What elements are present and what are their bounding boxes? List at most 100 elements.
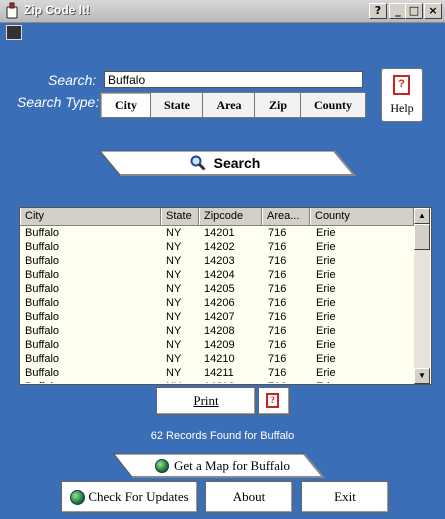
cell-zipcode: 14209	[204, 339, 235, 351]
cell-city: Buffalo	[25, 241, 60, 253]
cell-city: Buffalo	[25, 283, 60, 295]
cell-state: NY	[166, 241, 182, 253]
cell-zipcode: 14208	[204, 325, 235, 337]
cell-area: 716	[268, 325, 287, 337]
cell-county: Erie	[316, 339, 336, 351]
cell-city: Buffalo	[25, 367, 60, 379]
close-button[interactable]: ×	[424, 3, 442, 19]
help-book-icon: ?	[266, 393, 279, 408]
cell-state: NY	[166, 380, 181, 383]
cell-county: Erie	[316, 367, 336, 379]
cell-state: NY	[166, 255, 182, 267]
cell-zipcode: 14212	[204, 380, 235, 383]
print-help-button[interactable]: ?	[258, 387, 290, 415]
cell-zipcode: 14206	[204, 297, 235, 309]
column-header-area[interactable]: Area...	[262, 208, 310, 225]
system-menu-icon[interactable]	[6, 25, 22, 40]
print-button-label: Print	[193, 393, 219, 408]
cell-zipcode: 14202	[204, 241, 235, 253]
globe-icon	[70, 490, 85, 505]
scroll-up-icon[interactable]: ▲	[414, 208, 430, 224]
cell-zipcode: 14201	[204, 227, 235, 239]
search-button[interactable]: Search	[98, 149, 356, 177]
cell-city: Buffalo	[25, 255, 60, 267]
cell-area: 716	[268, 283, 287, 295]
scroll-thumb[interactable]	[414, 224, 430, 250]
cell-area: 716	[268, 269, 287, 281]
about-label: About	[232, 489, 266, 504]
table-row[interactable]: Buffalo NY 14203 716 Erie	[20, 254, 414, 268]
cell-county: Erie	[316, 297, 336, 309]
table-row[interactable]: Buffalo NY 14211 716 Erie	[20, 366, 414, 380]
tab-county[interactable]: County	[300, 92, 366, 118]
search-input[interactable]	[104, 71, 363, 88]
column-header-state[interactable]: State	[161, 208, 199, 225]
print-button[interactable]: Print	[156, 387, 256, 415]
exit-label: Exit	[334, 489, 356, 504]
help-button[interactable]: ? Help	[381, 68, 423, 122]
cell-zipcode: 14207	[204, 311, 235, 323]
cell-county: Erie	[316, 311, 336, 323]
cell-city: Buffalo	[25, 380, 59, 383]
cell-area: 716	[268, 255, 287, 267]
help-book-icon: ?	[393, 75, 410, 95]
cell-zipcode: 14205	[204, 283, 235, 295]
table-row[interactable]: Buffalo NY 14205 716 Erie	[20, 282, 414, 296]
table-row[interactable]: Buffalo NY 14201 716 Erie	[20, 226, 414, 240]
cell-area: 716	[268, 339, 287, 351]
app-icon	[6, 2, 18, 19]
grid-header: City State Zipcode Area... County	[20, 208, 414, 226]
scroll-down-icon[interactable]: ▼	[414, 368, 430, 384]
table-row[interactable]: Buffalo NY 14206 716 Erie	[20, 296, 414, 310]
cell-county: Erie	[316, 325, 336, 337]
cell-city: Buffalo	[25, 269, 60, 281]
column-header-city[interactable]: City	[20, 208, 161, 225]
table-row[interactable]: Buffalo NY 14204 716 Erie	[20, 268, 414, 282]
check-updates-label: Check For Updates	[88, 489, 189, 504]
maximize-button[interactable]: □	[405, 3, 423, 19]
cell-county: Erie	[316, 269, 336, 281]
cell-county: Erie	[316, 227, 336, 239]
table-row[interactable]: Buffalo NY 14210 716 Erie	[20, 352, 414, 366]
cell-area: 716	[268, 311, 287, 323]
tab-state[interactable]: State	[150, 92, 204, 118]
column-header-zipcode[interactable]: Zipcode	[199, 208, 262, 225]
table-row[interactable]: Buffalo NY 14207 716 Erie	[20, 310, 414, 324]
get-map-label: Get a Map for Buffalo	[174, 458, 291, 473]
help-title-button[interactable]: ?	[369, 3, 387, 19]
results-grid[interactable]: City State Zipcode Area... County Buffal…	[19, 207, 432, 385]
cell-area: 716	[268, 227, 287, 239]
cell-state: NY	[166, 339, 182, 351]
cell-city: Buffalo	[25, 311, 60, 323]
tab-city[interactable]: City	[100, 92, 152, 118]
search-label: Search:	[48, 72, 97, 88]
grid-body: Buffalo NY 14201 716 Erie Buffalo NY 14202 716 Er…	[20, 226, 414, 383]
table-row[interactable]: Buffalo NY 14202 716 Erie	[20, 240, 414, 254]
table-row[interactable]: Buffalo NY 14209 716 Erie	[20, 338, 414, 352]
table-row[interactable]: Buffalo NY 14212 716 Erie	[20, 380, 414, 383]
table-row[interactable]: Buffalo NY 14208 716 Erie	[20, 324, 414, 338]
cell-state: NY	[166, 269, 182, 281]
cell-zipcode: 14203	[204, 255, 235, 267]
cell-area: 716	[268, 380, 286, 383]
get-map-button[interactable]: Get a Map for Buffalo	[112, 452, 325, 479]
cell-zipcode: 14210	[204, 353, 235, 365]
cell-city: Buffalo	[25, 339, 60, 351]
tab-zip[interactable]: Zip	[254, 92, 302, 118]
exit-button[interactable]: Exit	[301, 481, 389, 513]
about-button[interactable]: About	[205, 481, 293, 513]
cell-state: NY	[166, 325, 182, 337]
column-header-county[interactable]: County	[310, 208, 414, 225]
cell-state: NY	[166, 297, 182, 309]
cell-state: NY	[166, 283, 182, 295]
tab-area[interactable]: Area	[202, 92, 256, 118]
cell-state: NY	[166, 353, 182, 365]
check-updates-button[interactable]: Check For Updates	[61, 481, 198, 513]
title-bar[interactable]: Zip Code It! ? _ □ ×	[0, 0, 445, 23]
cell-state: NY	[166, 367, 182, 379]
window-title: Zip Code It!	[24, 3, 90, 17]
vertical-scrollbar[interactable]: ▲ ▼	[414, 208, 430, 384]
cell-city: Buffalo	[25, 325, 60, 337]
globe-icon	[155, 459, 169, 473]
cell-county: Erie	[316, 255, 336, 267]
